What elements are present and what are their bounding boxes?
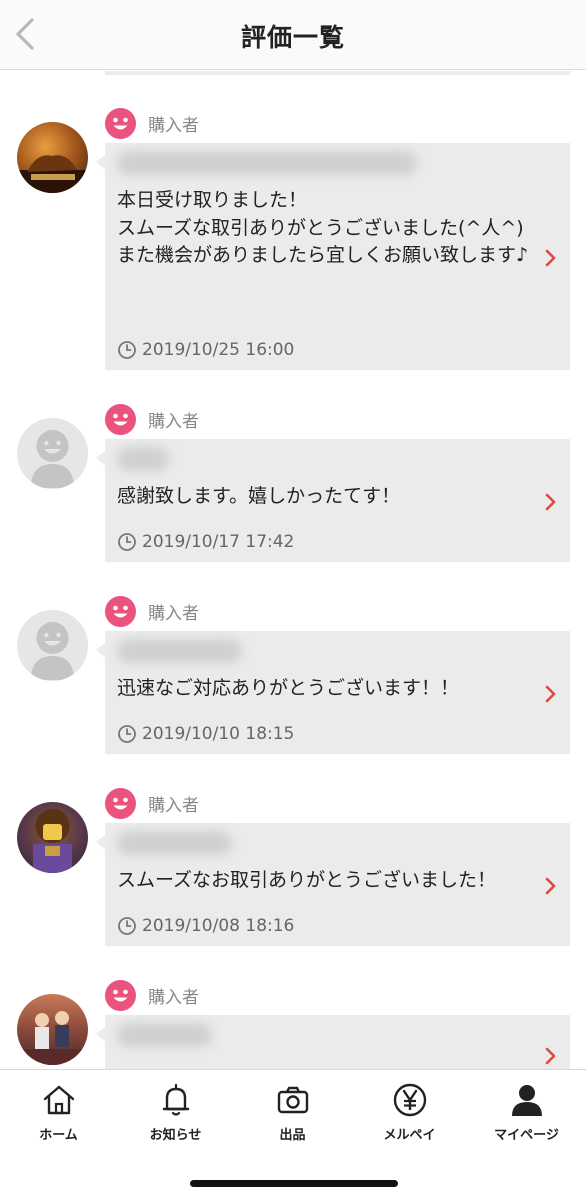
- page-title: 評価一覧: [240, 23, 345, 52]
- reviewer-name-blurred: [117, 447, 169, 471]
- reviewer-name-blurred: [117, 1023, 212, 1047]
- tab-sell-label: 出品: [279, 1128, 306, 1143]
- chevron-right-icon[interactable]: [544, 877, 558, 895]
- camera-icon: [277, 1086, 308, 1114]
- review-item: 購入者: [0, 979, 586, 1069]
- clock-icon: [118, 341, 136, 359]
- bell-icon: [162, 1083, 189, 1116]
- tab-home[interactable]: ホーム: [0, 1082, 117, 1143]
- avatar[interactable]: [17, 418, 88, 489]
- review-message: 本日受け取りました！ スムーズな取引ありがとうございました(^人^) また機会が…: [117, 189, 529, 266]
- avatar[interactable]: [17, 994, 88, 1065]
- review-item: 購入者 感謝致します。嬉しかったてす！ 2019/10/17 17:42: [0, 403, 586, 563]
- tab-merpay-label: メルペイ: [383, 1128, 436, 1143]
- smiley-icon: [105, 403, 136, 435]
- avatar[interactable]: [17, 802, 88, 873]
- home-icon: [43, 1085, 74, 1115]
- review-message: 迅速なご対応ありがとうございます！！: [117, 677, 460, 699]
- review-date: 2019/10/10 18:15: [142, 724, 295, 744]
- tab-merpay[interactable]: メルペイ: [351, 1082, 468, 1143]
- review-item: 購入者 本日受け取りました！ スムーズな取引ありがとうございました(^人^) ま…: [0, 107, 586, 372]
- yen-icon: [393, 1083, 426, 1117]
- clock-icon: [118, 917, 136, 935]
- chevron-right-icon[interactable]: [544, 493, 558, 511]
- chevron-right-icon[interactable]: [544, 1047, 558, 1065]
- home-indicator[interactable]: [190, 1180, 398, 1187]
- review-bubble[interactable]: 本日受け取りました！ スムーズな取引ありがとうございました(^人^) また機会が…: [96, 143, 570, 370]
- role-label: 購入者: [148, 603, 199, 624]
- reviewer-name-blurred: [117, 151, 417, 175]
- review-item: 購入者 迅速なご対応ありがとうございます！！ 2019/10/10 18:15: [0, 595, 586, 755]
- review-message: 感謝致します。嬉しかったてす！: [117, 485, 401, 507]
- role-label: 購入者: [148, 411, 199, 432]
- smiley-icon: [105, 787, 136, 819]
- review-date: 2019/10/08 18:16: [142, 916, 295, 936]
- reviewer-name-blurred: [117, 639, 242, 663]
- header-bar: 評価一覧: [0, 0, 586, 70]
- review-date: 2019/10/17 17:42: [142, 532, 295, 552]
- tab-mypage[interactable]: マイページ: [468, 1082, 585, 1143]
- smiley-icon: [105, 979, 136, 1011]
- review-bubble[interactable]: 迅速なご対応ありがとうございます！！ 2019/10/10 18:15: [96, 631, 570, 754]
- tab-home-label: ホーム: [39, 1128, 78, 1143]
- clock-icon: [118, 533, 136, 551]
- tab-mypage-label: マイページ: [494, 1128, 559, 1143]
- reviewer-name-blurred: [117, 831, 232, 855]
- review-date: 2019/10/25 16:00: [142, 340, 295, 360]
- review-message: スムーズなお取引ありがとうございました！: [117, 869, 497, 891]
- smiley-icon: [105, 107, 136, 139]
- chevron-right-icon[interactable]: [544, 685, 558, 703]
- avatar[interactable]: [17, 610, 88, 681]
- role-label: 購入者: [148, 115, 199, 136]
- review-item: 購入者 スムーズなお取引ありがとうございました！ 2019/10/08 18:1…: [0, 787, 586, 947]
- review-list[interactable]: 購入者 本日受け取りました！ スムーズな取引ありがとうございました(^人^) ま…: [0, 71, 586, 1069]
- smiley-icon: [105, 595, 136, 627]
- review-bubble[interactable]: スムーズなお取引ありがとうございました！ 2019/10/08 18:16: [96, 823, 570, 946]
- person-icon: [511, 1085, 542, 1116]
- role-label: 購入者: [148, 987, 199, 1008]
- tab-sell[interactable]: 出品: [234, 1082, 351, 1143]
- chevron-right-icon[interactable]: [544, 249, 558, 267]
- review-bubble[interactable]: [96, 1015, 570, 1069]
- review-bubble[interactable]: 感謝致します。嬉しかったてす！ 2019/10/17 17:42: [96, 439, 570, 562]
- tab-notifications[interactable]: お知らせ: [117, 1082, 234, 1143]
- tab-notifications-label: お知らせ: [149, 1128, 202, 1143]
- avatar[interactable]: [17, 122, 88, 193]
- role-label: 購入者: [148, 795, 199, 816]
- clock-icon: [118, 725, 136, 743]
